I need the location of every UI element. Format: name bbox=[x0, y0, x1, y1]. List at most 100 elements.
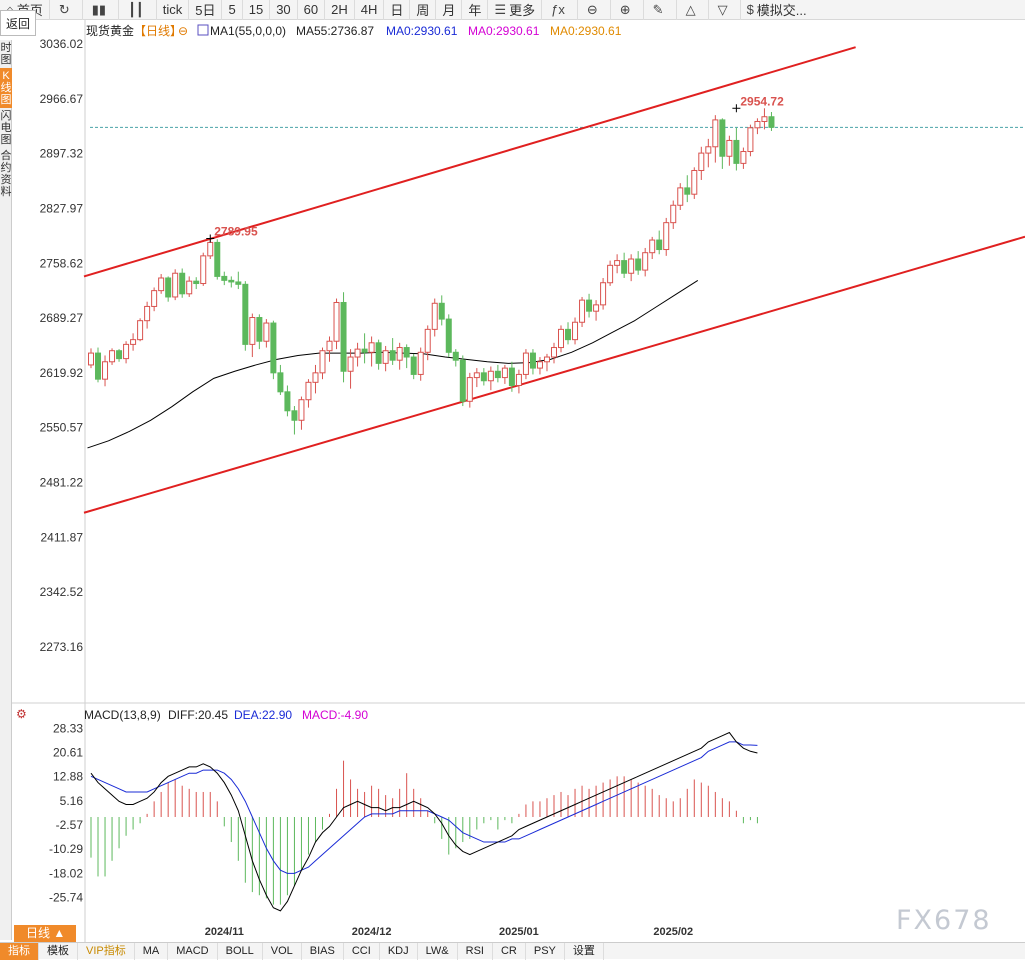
candle-body bbox=[158, 277, 165, 292]
toolbar-item-4[interactable]: tick bbox=[155, 0, 189, 20]
indicator-tab-10[interactable]: LW& bbox=[418, 942, 458, 960]
price-tick-label: 2827.97 bbox=[40, 201, 84, 215]
candle-body bbox=[242, 283, 249, 345]
date-tick-label: 2024/12 bbox=[352, 926, 392, 938]
price-tick-label: 2966.67 bbox=[40, 92, 84, 106]
candle-body bbox=[501, 367, 508, 379]
candle-body bbox=[291, 410, 298, 421]
candle-36 bbox=[340, 292, 347, 383]
candle-body bbox=[705, 146, 712, 154]
indicator-tab-13[interactable]: PSY bbox=[526, 942, 565, 960]
candle-body bbox=[550, 347, 557, 358]
indicator-tab-9[interactable]: KDJ bbox=[380, 942, 418, 960]
toolbar-item-6[interactable]: 5 bbox=[221, 0, 241, 20]
ma0-value-a: MA0:2930.61 bbox=[386, 24, 458, 38]
candle-body bbox=[600, 282, 607, 306]
candle-body bbox=[403, 347, 410, 358]
candle-body bbox=[354, 348, 361, 358]
candle-body bbox=[102, 361, 109, 380]
toolbar-item-1[interactable]: ↻ bbox=[48, 0, 82, 20]
toolbar-item-8[interactable]: 30 bbox=[269, 0, 296, 20]
candle-26 bbox=[270, 320, 277, 380]
ma-settings-icon bbox=[197, 24, 209, 36]
indicator-tab-7[interactable]: BIAS bbox=[302, 942, 344, 960]
toolbar-item-13[interactable]: 周 bbox=[409, 0, 435, 20]
indicator-tab-8[interactable]: CCI bbox=[344, 942, 380, 960]
toolbar-item-15[interactable]: 年 bbox=[461, 0, 487, 20]
watermark: FX678 bbox=[896, 905, 992, 936]
toolbar-item-5[interactable]: 5日 bbox=[188, 0, 221, 20]
peak-label: 2789.95 bbox=[214, 225, 258, 239]
candle-body bbox=[382, 350, 389, 364]
candle-94 bbox=[747, 124, 754, 157]
macd-tick-label: 28.33 bbox=[53, 721, 83, 735]
side-tab-0[interactable]: 时图 bbox=[0, 40, 12, 68]
toolbar-item-label: 5 bbox=[228, 2, 236, 17]
indicator-tab-1[interactable]: 模板 bbox=[39, 942, 78, 960]
side-tab-2[interactable]: 闪电图 bbox=[0, 108, 12, 148]
candle-body bbox=[256, 317, 263, 342]
candle-body bbox=[389, 350, 396, 361]
zoom-in-icon: ⊕ bbox=[619, 1, 631, 17]
indicator-tab-5[interactable]: BOLL bbox=[218, 942, 263, 960]
indicator-tab-3[interactable]: MA bbox=[135, 942, 169, 960]
indicator-tab-2[interactable]: VIP指标 bbox=[78, 942, 135, 960]
toolbar-item-label: 5日 bbox=[195, 3, 216, 18]
toolbar-item-12[interactable]: 日 bbox=[383, 0, 409, 20]
toolbar-item-10[interactable]: 2H bbox=[324, 0, 354, 20]
price-tick-label: 2481.22 bbox=[40, 476, 84, 490]
candle-body bbox=[684, 187, 691, 195]
ma0-value-b: MA0:2930.61 bbox=[468, 24, 540, 38]
toolbar-item-9[interactable]: 60 bbox=[296, 0, 324, 20]
toolbar-item-label: 更多 bbox=[509, 3, 536, 18]
indicator-tab-12[interactable]: CR bbox=[493, 942, 526, 960]
toolbar-item-label: 15 bbox=[248, 2, 264, 17]
toolbar-item-7[interactable]: 15 bbox=[241, 0, 269, 20]
candle-70 bbox=[579, 296, 586, 327]
toolbar-item-3[interactable]: ┃┃ bbox=[118, 0, 156, 20]
candle-body bbox=[144, 305, 151, 322]
candle-body bbox=[670, 204, 677, 224]
pen-icon: ✎ bbox=[652, 1, 664, 17]
price-tick-label: 2619.92 bbox=[40, 366, 84, 380]
back-button[interactable]: 返回 bbox=[0, 10, 36, 36]
toolbar-item-11[interactable]: 4H bbox=[353, 0, 384, 20]
macd-tick-label: -2.57 bbox=[56, 818, 84, 832]
candle-body bbox=[207, 241, 214, 257]
candle-1 bbox=[95, 347, 102, 383]
macd-diff: DIFF:20.45 bbox=[168, 708, 228, 722]
toolbar-item-2[interactable]: ▮▮ bbox=[81, 0, 118, 20]
candle-body bbox=[228, 279, 235, 283]
formula-icon: ƒx bbox=[551, 2, 565, 17]
toolbar-item-23[interactable]: $ 模拟交... bbox=[739, 0, 813, 20]
candle-body bbox=[312, 372, 319, 383]
toolbar-item-16[interactable]: ☰ 更多 bbox=[487, 0, 541, 20]
indicator-tab-4[interactable]: MACD bbox=[168, 942, 218, 960]
toolbar-item-21[interactable]: △ bbox=[675, 0, 708, 20]
toolbar: ⌂首页↻▮▮┃┃tick5日51530602H4H日周月年☰更多ƒx⊖⊕✎△▽$… bbox=[0, 0, 1025, 20]
candle-body bbox=[326, 340, 333, 352]
toolbar-item-22[interactable]: ▽ bbox=[707, 0, 740, 20]
indicator-tab-14[interactable]: 设置 bbox=[565, 942, 604, 960]
candle-body bbox=[642, 252, 649, 271]
toolbar-item-20[interactable]: ✎ bbox=[642, 0, 676, 20]
indicator-tab-11[interactable]: RSI bbox=[458, 942, 493, 960]
toolbar-item-17[interactable]: ƒx bbox=[541, 0, 577, 20]
side-tab-3[interactable]: 合约资料 bbox=[0, 148, 12, 200]
indicator-tab-6[interactable]: VOL bbox=[263, 942, 302, 960]
candlestick-icon: ┃┃ bbox=[128, 1, 144, 17]
price-tick-label: 2411.87 bbox=[41, 530, 84, 544]
side-tab-1[interactable]: K线图 bbox=[0, 68, 12, 108]
toolbar-item-19[interactable]: ⊕ bbox=[609, 0, 643, 20]
candle-86 bbox=[691, 167, 698, 199]
candle-body bbox=[438, 302, 445, 320]
candle-body bbox=[193, 280, 200, 285]
candle-body bbox=[151, 290, 158, 307]
candle-body bbox=[305, 381, 312, 401]
candle-body bbox=[466, 377, 473, 402]
period-tab[interactable]: 日线 ▲ bbox=[14, 925, 76, 942]
toolbar-item-18[interactable]: ⊖ bbox=[576, 0, 610, 20]
indicator-tab-0[interactable]: 指标 bbox=[0, 942, 39, 960]
toolbar-item-label: 周 bbox=[416, 3, 430, 18]
toolbar-item-14[interactable]: 月 bbox=[435, 0, 461, 20]
